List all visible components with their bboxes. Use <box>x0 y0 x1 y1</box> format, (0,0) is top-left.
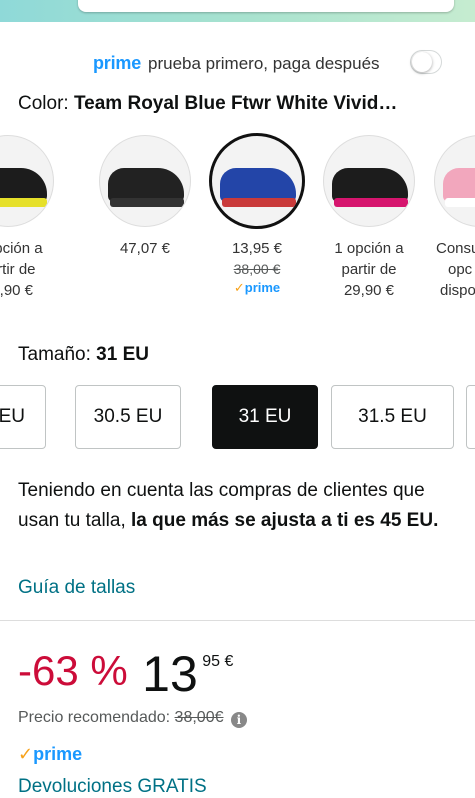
shoe-image <box>332 168 408 202</box>
size-option[interactable]: 31.5 EU <box>331 385 454 449</box>
swatch-price-line2: partir de <box>341 261 397 278</box>
top-bar <box>0 0 475 22</box>
prime-check-icon: ✓ <box>233 280 245 295</box>
swatch-price-line2: opc <box>448 261 473 278</box>
recommended-price: Precio recomendado: 38,00€ i <box>18 709 247 728</box>
toggle-knob <box>412 52 432 72</box>
prime-try-before-buy-row: prime prueba primero, paga después <box>0 48 475 78</box>
shoe-sole <box>334 198 408 207</box>
price-whole: 13 <box>142 646 198 702</box>
swatch-image <box>435 136 475 226</box>
size-option-selected[interactable]: 31 EU <box>212 385 318 449</box>
swatch-image <box>0 136 53 226</box>
swatch-image <box>324 136 414 226</box>
price-fraction: 95 € <box>202 653 234 670</box>
swatch-option[interactable]: 1 opción a partir de 29,90 € <box>315 130 423 301</box>
shoe-sole <box>0 198 47 207</box>
prime-label: prime <box>244 280 281 295</box>
size-guide-link[interactable]: Guía de tallas <box>18 577 135 599</box>
fit-bold-text: la que más se ajusta a ti es 45 EU. <box>131 510 439 531</box>
swatch-price-line1: 1 opción a <box>334 240 404 257</box>
swatch-old-price: 38,00 € <box>233 261 281 277</box>
swatch-image <box>212 136 302 226</box>
shoe-image <box>0 168 47 202</box>
swatch-price: 47,07 € <box>119 240 171 257</box>
swatch-option-selected[interactable]: 13,95 € 38,00 € ✓prime <box>203 130 311 297</box>
swatch-price-line3: 29,90 € <box>343 282 395 299</box>
size-option[interactable]: 0 EU <box>0 385 46 449</box>
prime-toggle[interactable] <box>411 51 441 73</box>
shoe-image <box>220 168 296 202</box>
swatch-option[interactable]: 47,07 € <box>91 130 199 259</box>
shoe-sole <box>110 198 184 207</box>
size-selector-label: Tamaño: 31 EU <box>18 344 149 366</box>
color-selector-label: Color: Team Royal Blue Ftwr White Vivid… <box>18 93 397 115</box>
color-label: Color: <box>18 93 69 114</box>
shoe-image <box>108 168 184 202</box>
swatch-price-line1: 1 opción a <box>0 240 43 257</box>
prime-logo: prime <box>93 53 142 73</box>
price-block: -63 % 13 95 € <box>18 645 234 702</box>
recommended-price-label: Precio recomendado: <box>18 709 171 726</box>
color-swatches: 1 opción a partir de 39,90 € 47,07 € 13,… <box>0 130 475 310</box>
prime-badge-label: prime <box>33 744 83 764</box>
swatch-option[interactable]: Consu opc dispo <box>426 130 475 301</box>
section-divider <box>0 620 475 621</box>
swatch-price-line3: 39,90 € <box>0 282 34 299</box>
discount-percentage: -63 % <box>18 647 128 694</box>
swatch-option[interactable]: 1 opción a partir de 39,90 € <box>0 130 62 301</box>
prime-badge: ✓prime <box>18 744 82 765</box>
info-icon[interactable]: i <box>230 712 247 728</box>
swatch-prime-badge: ✓prime <box>203 279 311 297</box>
size-fit-recommendation: Teniendo en cuenta las compras de client… <box>18 476 458 536</box>
shoe-image <box>443 168 475 202</box>
swatch-price-line1: Consu <box>436 240 475 257</box>
size-option[interactable]: 30.5 EU <box>75 385 181 449</box>
prime-banner-text: prueba primero, paga después <box>148 54 380 73</box>
size-option[interactable] <box>466 385 475 449</box>
swatch-price: 13,95 € <box>231 240 283 257</box>
size-options: 0 EU 30.5 EU 31 EU 31.5 EU <box>0 385 475 449</box>
free-returns-link[interactable]: Devoluciones GRATIS <box>18 776 207 798</box>
search-box[interactable] <box>78 0 454 12</box>
recommended-price-value: 38,00€ <box>174 709 224 726</box>
shoe-sole <box>445 198 475 207</box>
swatch-price-line2: partir de <box>0 261 36 278</box>
size-value: 31 EU <box>96 344 149 365</box>
swatch-price-line3: dispo <box>440 282 475 299</box>
swatch-image <box>100 136 190 226</box>
prime-check-icon: ✓ <box>18 744 34 764</box>
color-value: Team Royal Blue Ftwr White Vivid… <box>73 93 398 114</box>
size-label: Tamaño: <box>18 344 91 365</box>
shoe-sole <box>222 198 296 207</box>
